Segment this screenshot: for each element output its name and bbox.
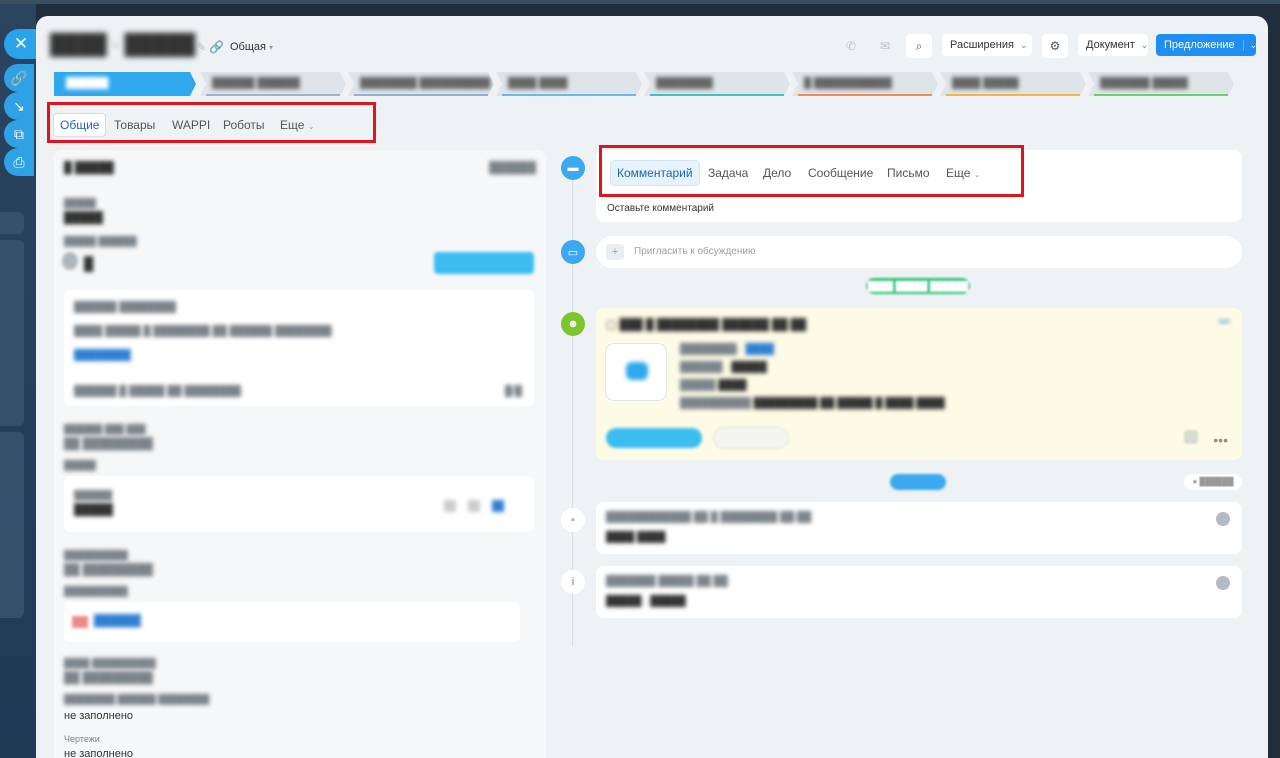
offer-button[interactable]: Предложение ⌄ (1156, 34, 1257, 56)
field-value-drawings: не заполнено (64, 748, 134, 758)
deal-header: ████ · █████ ✎ 🔗 Общая ▾ ✆ ✉ ⌕ Расширени… (50, 34, 1260, 60)
field-value: ██ █████████ (64, 564, 153, 576)
download-icon[interactable]: ↘ (4, 92, 34, 120)
top-strip (0, 0, 1280, 4)
mail-icon[interactable]: ✉ (872, 34, 898, 58)
highlight-composer-tabs (599, 145, 1024, 197)
document-button[interactable]: Документ ⌄ (1078, 34, 1148, 56)
field-label: ████ ██████████ (64, 658, 156, 668)
user-avatar-icon (1216, 576, 1230, 590)
phone-icon[interactable]: ✆ (838, 34, 864, 58)
field-label: █████ (64, 198, 96, 208)
user-avatar-icon (1216, 512, 1230, 526)
history-item: ████████████ ██ █ ████████ ██:██ ████ ██… (596, 502, 1242, 554)
info-icon: i (561, 570, 585, 594)
rail-ghost-1 (0, 212, 24, 234)
card-text: ██████ █ █████ ██ ████████ (74, 386, 241, 397)
message-icon: ▪ (561, 508, 585, 532)
card-link[interactable]: ████████ (74, 350, 131, 361)
close-icon[interactable]: ✕ (4, 29, 38, 59)
history-pill (890, 474, 946, 490)
card-field: ████████ · ████ (680, 344, 774, 355)
stage-item[interactable]: ████████ (644, 72, 790, 96)
comment-input[interactable]: Оставьте комментарий (607, 203, 714, 214)
deal-fields-panel: █ █████ ██████ █████ █████ █████ ██████ … (54, 150, 546, 758)
field-value: ██ █████████ (64, 438, 153, 450)
card-menu[interactable]: ••• (1218, 316, 1230, 328)
company-link[interactable]: ██████ (94, 615, 141, 627)
filter-button[interactable]: ● ██████ (1184, 474, 1242, 490)
field-value: ██ █████████ (64, 672, 153, 684)
field-value: █ (84, 256, 94, 271)
secondary-button[interactable] (714, 428, 788, 448)
blurred-info-card: ██████ ████████ ████ █████ █ ████████ ██… (64, 290, 534, 406)
field-label: ██████ ███ ███ (64, 424, 146, 434)
blurred-action-button[interactable] (434, 252, 534, 274)
card-text: █████ (74, 504, 113, 516)
field-label: █████ (64, 460, 96, 470)
deal-title: ████ · █████ (50, 34, 196, 56)
history-item: ███████ █████ ██:██ █████ · █████ (596, 566, 1242, 618)
section-title: █ █████ (64, 162, 114, 174)
avatar (62, 252, 78, 270)
todo-pill: ████ █████ ██████ (866, 278, 970, 294)
rail-ghost-2 (0, 240, 24, 426)
company-logo (72, 616, 88, 628)
card-text: ██████ (74, 490, 113, 500)
highlight-left-tabs (47, 102, 376, 143)
print-icon[interactable]: ⎙ (4, 148, 34, 176)
field-value: не заполнено (64, 710, 134, 722)
history-text: ████ ████ (606, 532, 666, 543)
section-action[interactable]: ██████ (489, 162, 536, 174)
extensions-button[interactable]: Расширения ⌄ (942, 34, 1032, 56)
history-title: ████████████ ██ █ ████████ ██:██ (606, 512, 812, 523)
card-text: ██████ ████████ (74, 302, 176, 313)
gear-icon[interactable]: ⚙ (1042, 34, 1068, 58)
deal-slider: ████ · █████ ✎ 🔗 Общая ▾ ✆ ✉ ⌕ Расширени… (36, 16, 1268, 758)
history-title: ███████ █████ ██:██ (606, 576, 728, 587)
card-field: █████ ████ (680, 380, 747, 391)
card-action-icon[interactable] (1184, 430, 1198, 444)
search-icon[interactable]: ⌕ (906, 34, 932, 58)
field-label: ████████ ██████ ████████ (64, 694, 210, 704)
stage-item[interactable]: ██████ (54, 72, 196, 96)
blurred-company-card: ██████ (64, 602, 520, 642)
field-label: ██████████ (64, 586, 128, 596)
chat-preview-icon (606, 344, 666, 400)
comment-icon: ▬ (561, 156, 585, 180)
stage-item[interactable]: ████████ ██████████ (348, 72, 494, 96)
field-value: █████ (64, 212, 103, 224)
card-title: ▢ ███ █ ████████ ██████ ██:██ (606, 319, 807, 331)
stage-item[interactable]: ████ ████ (496, 72, 642, 96)
open-line-card: ▢ ███ █ ████████ ██████ ██:██ ••• ██████… (596, 308, 1242, 460)
card-field: ██████ · █████ (680, 362, 767, 373)
blurred-contact-card: ██████ █████ (64, 476, 534, 532)
card-text: █/█ (505, 386, 522, 397)
stage-item[interactable]: █ ███████████ (792, 72, 938, 96)
stage-item[interactable]: ██████ ██████ (200, 72, 346, 96)
deal-category[interactable]: Общая ▾ (230, 41, 273, 53)
open-external-icon[interactable]: ⧉ (4, 120, 34, 148)
edit-link-icons[interactable]: ✎ 🔗 (196, 40, 224, 54)
invite-placeholder: Пригласить к обсуждению (634, 246, 756, 257)
card-text: ████ █████ █ ████████ ██ ██████ ████████ (74, 326, 332, 337)
link-icon[interactable]: 🔗 (4, 64, 34, 92)
invite-bar[interactable]: + Пригласить к обсуждению (596, 236, 1242, 268)
history-text: █████ · █████ (606, 596, 686, 607)
field-label-drawings: Чертежи (64, 734, 100, 744)
contact-icons[interactable] (444, 500, 504, 512)
field-label: ██████████ (64, 550, 128, 560)
more-icon[interactable]: ••• (1213, 432, 1228, 448)
card-field: ██████████ █████████ ██ █████ █ ████ ███… (680, 398, 945, 409)
add-participant-icon[interactable]: + (606, 244, 624, 260)
field-label: █████ ██████ (64, 236, 137, 246)
open-lines-icon: ☻ (561, 312, 585, 336)
open-chat-button[interactable] (606, 428, 702, 448)
stage-bar: ██████ ██████ ██████ ████████ ██████████… (54, 72, 1244, 96)
rail-ghost-3 (0, 432, 24, 618)
stage-item[interactable]: ████ █████ (940, 72, 1086, 96)
stage-item[interactable]: ███████ █████ (1088, 72, 1234, 96)
chat-icon: ▭ (561, 240, 585, 264)
